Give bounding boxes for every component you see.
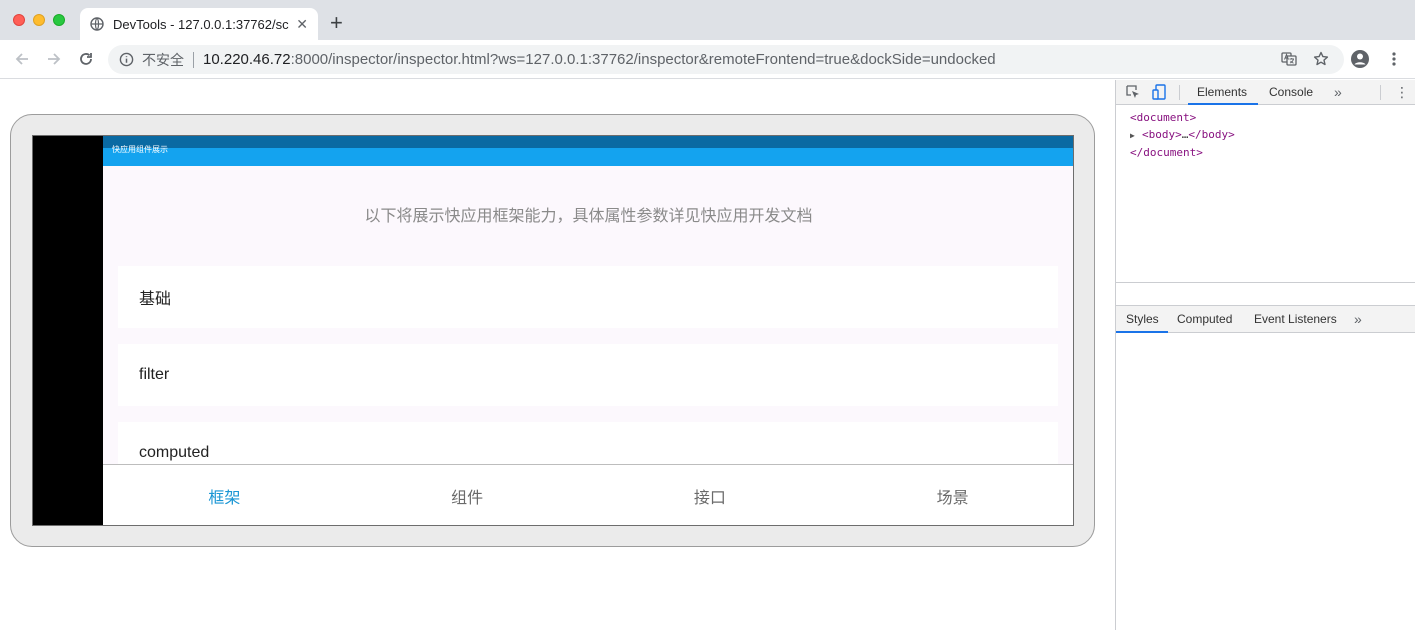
close-window-button[interactable] — [13, 14, 25, 26]
dom-node-document-open[interactable]: <document> — [1130, 109, 1415, 126]
browser-titlebar: DevTools - 127.0.0.1:37762/sc ✕ + — [0, 0, 1415, 40]
devtools-panel: Elements Console » ⋮ <document> ▶ <body>…… — [1115, 80, 1415, 630]
expand-triangle-icon[interactable]: ▶ — [1130, 127, 1142, 144]
forward-arrow-icon[interactable] — [44, 49, 64, 69]
tab-components[interactable]: 组件 — [346, 465, 589, 525]
quickapp-view: 快应用组件展示 以下将展示快应用框架能力，具体属性参数详见快应用开发文档 基础 … — [103, 136, 1073, 525]
menu-icon[interactable] — [1384, 49, 1404, 69]
body-close-tag: </body> — [1188, 128, 1235, 141]
new-tab-button[interactable]: + — [330, 12, 343, 34]
more-tabs-icon[interactable]: » — [1334, 80, 1342, 104]
back-arrow-icon[interactable] — [12, 49, 32, 69]
tab-event-listeners[interactable]: Event Listeners — [1254, 306, 1337, 333]
url-text: 10.220.46.72:8000/inspector/inspector.ht… — [203, 51, 996, 68]
bottom-tab-bar: 框架 组件 接口 场景 — [103, 464, 1073, 525]
tab-styles[interactable]: Styles — [1116, 306, 1168, 333]
devtools-menu-icon[interactable]: ⋮ — [1395, 80, 1409, 104]
security-label: 不安全 — [142, 51, 184, 68]
app-statusbar — [103, 136, 1073, 148]
dom-tree: <document> ▶ <body>…</body> </document> — [1116, 105, 1415, 161]
tab-elements[interactable]: Elements — [1187, 80, 1259, 105]
tab-scenarios[interactable]: 场景 — [831, 465, 1073, 525]
more-style-tabs-icon[interactable]: » — [1354, 306, 1362, 333]
styles-tabbar: Styles Computed Event Listeners » — [1116, 305, 1415, 333]
url-path: :8000/inspector/inspector.html?ws=127.0.… — [290, 51, 996, 68]
browser-tab[interactable]: DevTools - 127.0.0.1:37762/sc ✕ — [80, 8, 318, 40]
profile-icon[interactable] — [1350, 49, 1370, 69]
tab-console[interactable]: Console — [1269, 80, 1313, 105]
panel-divider — [1116, 282, 1415, 283]
reload-icon[interactable] — [76, 49, 96, 69]
intro-text: 以下将展示快应用框架能力，具体属性参数详见快应用开发文档 — [364, 208, 813, 225]
tab-close-icon[interactable]: ✕ — [296, 16, 308, 33]
tab-computed[interactable]: Computed — [1177, 306, 1232, 333]
toolbar-separator — [1179, 85, 1180, 100]
minimize-window-button[interactable] — [33, 14, 45, 26]
globe-icon — [90, 17, 104, 31]
body-open-tag: <body> — [1142, 128, 1182, 141]
maximize-window-button[interactable] — [53, 14, 65, 26]
dom-node-document-close[interactable]: </document> — [1130, 144, 1415, 161]
menu-item-filter[interactable]: filter — [118, 344, 1058, 406]
app-header: 快应用组件展示 — [103, 145, 1073, 166]
inspect-element-icon[interactable] — [1125, 84, 1141, 100]
address-bar[interactable]: 不安全 10.220.46.72:8000/inspector/inspecto… — [108, 45, 1344, 74]
tab-framework[interactable]: 框架 — [103, 465, 346, 525]
app-title: 快应用组件展示 — [112, 145, 168, 154]
device-screen: 快应用组件展示 以下将展示快应用框架能力，具体属性参数详见快应用开发文档 基础 … — [32, 135, 1074, 526]
tab-title: DevTools - 127.0.0.1:37762/sc — [113, 16, 289, 32]
devtools-toolbar: Elements Console » ⋮ — [1116, 80, 1415, 105]
tab-apis[interactable]: 接口 — [589, 465, 832, 525]
omnibox-divider — [193, 51, 194, 68]
device-frame: 快应用组件展示 以下将展示快应用框架能力，具体属性参数详见快应用开发文档 基础 … — [10, 114, 1095, 547]
browser-toolbar: 不安全 10.220.46.72:8000/inspector/inspecto… — [0, 40, 1415, 79]
dom-node-body[interactable]: ▶ <body>…</body> — [1130, 126, 1415, 144]
star-icon[interactable] — [1311, 49, 1331, 69]
toolbar-separator — [1380, 85, 1381, 100]
device-toolbar-icon[interactable] — [1151, 84, 1167, 100]
translate-icon[interactable] — [1279, 49, 1299, 69]
page-content: 快应用组件展示 以下将展示快应用框架能力，具体属性参数详见快应用开发文档 基础 … — [0, 80, 1115, 630]
menu-item-basics[interactable]: 基础 — [118, 266, 1058, 328]
url-host: 10.220.46.72 — [203, 51, 291, 68]
info-icon[interactable] — [119, 52, 134, 67]
